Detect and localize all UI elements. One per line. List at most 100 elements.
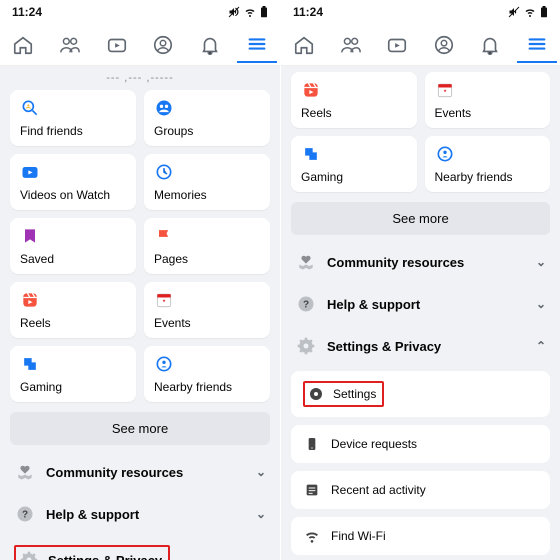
shortcut-label: Videos on Watch bbox=[20, 188, 126, 202]
see-more-button[interactable]: See more bbox=[291, 202, 550, 235]
accordion: Community resources ⌄ ? Help & support ⌄… bbox=[10, 451, 270, 560]
subitem-label: Device requests bbox=[331, 437, 417, 451]
truncated-header: --- ,--- ,----- bbox=[10, 72, 270, 84]
nav-notifications[interactable] bbox=[190, 27, 230, 63]
svg-text:*: * bbox=[443, 89, 446, 96]
help-icon: ? bbox=[295, 293, 317, 315]
wifi-icon bbox=[303, 527, 321, 545]
clock: 11:24 bbox=[12, 5, 42, 19]
subitem-label: Recent ad activity bbox=[331, 483, 426, 497]
see-more-button[interactable]: See more bbox=[10, 412, 270, 445]
magnifier-person-icon bbox=[20, 98, 40, 118]
nav-notifications[interactable] bbox=[470, 27, 510, 63]
accordion-settings-privacy[interactable]: Settings & Privacy ⌄ bbox=[10, 535, 270, 560]
menu-content: Reels * Events Gaming Nearby friends See… bbox=[281, 66, 560, 560]
settings-item-device-requests[interactable]: Device requests bbox=[291, 425, 550, 463]
mute-icon bbox=[508, 6, 520, 18]
nav-profile[interactable] bbox=[424, 27, 464, 63]
accordion-label: Community resources bbox=[46, 465, 183, 480]
shortcut-find-friends[interactable]: Find friends bbox=[10, 90, 136, 146]
watch-video-icon bbox=[20, 162, 40, 182]
accordion-settings-privacy[interactable]: Settings & Privacy ⌃ bbox=[291, 325, 550, 367]
shortcut-videos-on-watch[interactable]: Videos on Watch bbox=[10, 154, 136, 210]
settings-privacy-children: Settings Device requests Recent ad activ… bbox=[291, 371, 550, 555]
accordion-community-resources[interactable]: Community resources ⌄ bbox=[10, 451, 270, 493]
settings-item-recent-ad-activity[interactable]: Recent ad activity bbox=[291, 471, 550, 509]
nav-home[interactable] bbox=[284, 27, 324, 63]
gear-icon bbox=[18, 549, 40, 560]
nav-home[interactable] bbox=[3, 27, 43, 63]
shortcut-groups[interactable]: Groups bbox=[144, 90, 270, 146]
menu-icon bbox=[526, 33, 548, 55]
shortcut-label: Groups bbox=[154, 124, 260, 138]
shortcut-grid: Find friends Groups Videos on Watch Memo… bbox=[10, 90, 270, 402]
calendar-icon: * bbox=[154, 290, 174, 310]
shortcut-nearby-friends[interactable]: Nearby friends bbox=[425, 136, 551, 192]
shortcut-memories[interactable]: Memories bbox=[144, 154, 270, 210]
friends-icon bbox=[340, 34, 362, 56]
shortcut-label: Gaming bbox=[20, 380, 126, 394]
shortcut-label: Gaming bbox=[301, 170, 407, 184]
nav-menu[interactable] bbox=[517, 27, 557, 63]
profile-icon bbox=[433, 34, 455, 56]
chevron-up-icon: ⌃ bbox=[536, 339, 546, 353]
nav-watch[interactable] bbox=[377, 27, 417, 63]
settings-item-settings[interactable]: Settings bbox=[291, 371, 550, 417]
shortcut-gaming[interactable]: Gaming bbox=[291, 136, 417, 192]
accordion-help-support[interactable]: ? Help & support ⌄ bbox=[10, 493, 270, 535]
chevron-down-icon: ⌄ bbox=[256, 553, 266, 560]
calendar-icon: * bbox=[435, 80, 455, 100]
shortcut-events[interactable]: * Events bbox=[425, 72, 551, 128]
device-icon bbox=[303, 435, 321, 453]
status-icons bbox=[508, 6, 548, 18]
shortcut-gaming[interactable]: Gaming bbox=[10, 346, 136, 402]
accordion-label: Settings & Privacy bbox=[48, 553, 162, 560]
menu-content: --- ,--- ,----- Find friends Groups Vide… bbox=[0, 66, 280, 560]
profile-icon bbox=[152, 34, 174, 56]
shortcut-label: Reels bbox=[20, 316, 126, 330]
accordion-help-support[interactable]: ? Help & support ⌄ bbox=[291, 283, 550, 325]
watch-icon bbox=[106, 34, 128, 56]
groups-icon bbox=[154, 98, 174, 118]
nearby-friends-icon bbox=[154, 354, 174, 374]
nav-profile[interactable] bbox=[143, 27, 183, 63]
subitem-label: Find Wi-Fi bbox=[331, 529, 386, 543]
shortcut-events[interactable]: * Events bbox=[144, 282, 270, 338]
accordion-label: Community resources bbox=[327, 255, 464, 270]
flag-icon bbox=[154, 226, 174, 246]
accordion-community-resources[interactable]: Community resources ⌄ bbox=[291, 241, 550, 283]
shortcut-label: Pages bbox=[154, 252, 260, 266]
accordion: Community resources ⌄ ? Help & support ⌄… bbox=[291, 241, 550, 555]
gear-icon bbox=[295, 335, 317, 357]
shortcut-label: Nearby friends bbox=[435, 170, 541, 184]
shortcut-saved[interactable]: Saved bbox=[10, 218, 136, 274]
mute-icon bbox=[228, 6, 240, 18]
shortcut-label: Reels bbox=[301, 106, 407, 120]
help-icon: ? bbox=[14, 503, 36, 525]
shortcut-reels[interactable]: Reels bbox=[291, 72, 417, 128]
gaming-icon bbox=[20, 354, 40, 374]
menu-icon bbox=[246, 33, 268, 55]
heart-hands-icon bbox=[14, 461, 36, 483]
nav-friends[interactable] bbox=[50, 27, 90, 63]
shortcut-reels[interactable]: Reels bbox=[10, 282, 136, 338]
shortcut-pages[interactable]: Pages bbox=[144, 218, 270, 274]
nav-menu[interactable] bbox=[237, 27, 277, 63]
shortcut-label: Memories bbox=[154, 188, 260, 202]
nav-watch[interactable] bbox=[97, 27, 137, 63]
battery-icon bbox=[540, 6, 548, 18]
top-nav bbox=[281, 24, 560, 66]
status-icons bbox=[228, 6, 268, 18]
bookmark-icon bbox=[20, 226, 40, 246]
shortcut-nearby-friends[interactable]: Nearby friends bbox=[144, 346, 270, 402]
nearby-friends-icon bbox=[435, 144, 455, 164]
phone-right: 11:24 Reels * Events Gaming bbox=[280, 0, 560, 560]
bell-icon bbox=[199, 34, 221, 56]
watch-icon bbox=[386, 34, 408, 56]
chevron-down-icon: ⌄ bbox=[256, 465, 266, 479]
shortcut-label: Nearby friends bbox=[154, 380, 260, 394]
shortcut-label: Saved bbox=[20, 252, 126, 266]
shortcut-grid: Reels * Events Gaming Nearby friends bbox=[291, 72, 550, 192]
settings-item-find-wifi[interactable]: Find Wi-Fi bbox=[291, 517, 550, 555]
nav-friends[interactable] bbox=[331, 27, 371, 63]
